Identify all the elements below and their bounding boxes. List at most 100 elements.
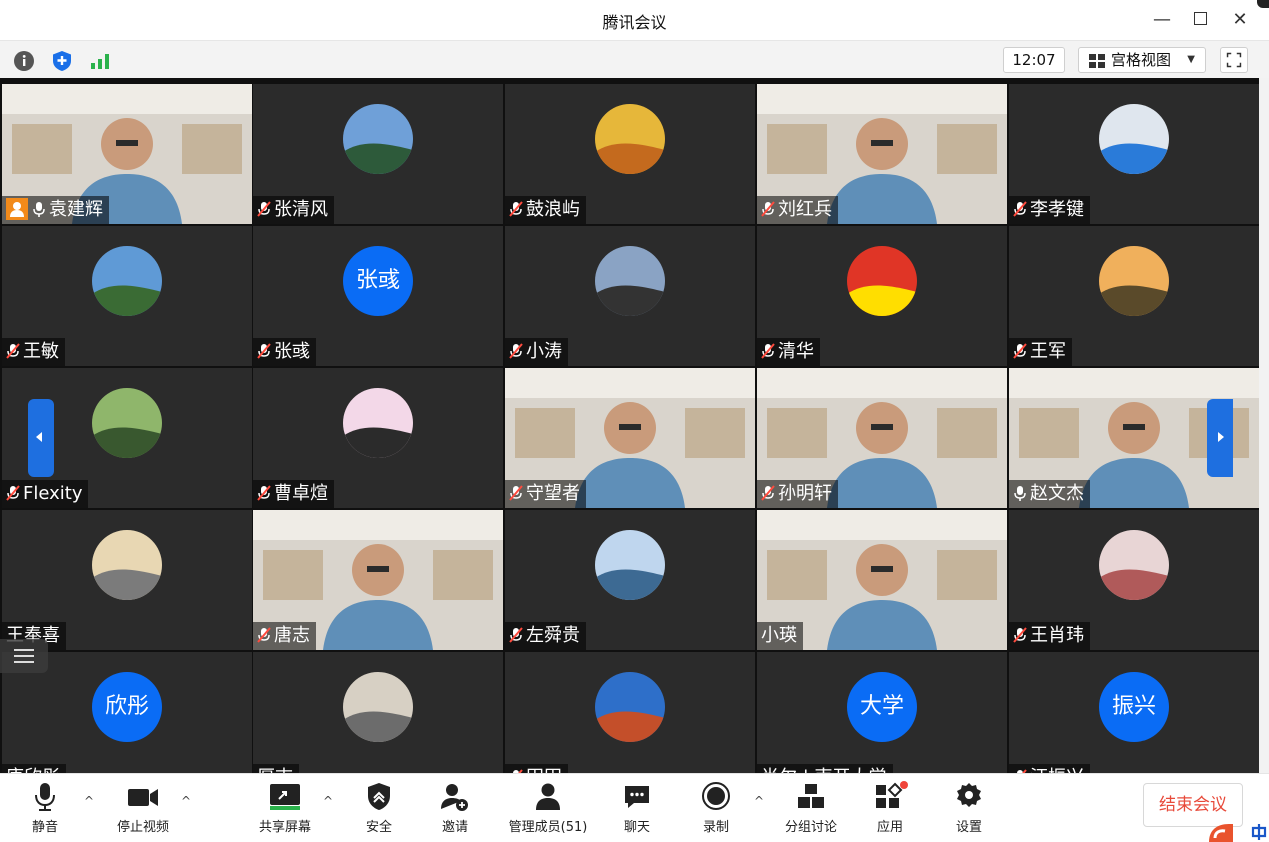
chevron-down-icon: ▼: [1187, 54, 1195, 65]
participant-tile[interactable]: 小涛: [505, 226, 755, 366]
muted-microphone-icon: [1013, 201, 1027, 217]
settings-button[interactable]: 设置: [950, 780, 988, 838]
video-options-caret[interactable]: ^: [181, 794, 191, 808]
participant-name: 孙明轩: [778, 483, 832, 504]
participant-tile[interactable]: 孙明轩: [757, 368, 1007, 508]
maximize-button[interactable]: [1186, 6, 1214, 34]
mute-options-caret[interactable]: ^: [84, 794, 94, 808]
participant-tile[interactable]: 小瑛: [757, 510, 1007, 650]
host-badge-icon: [6, 198, 28, 220]
participant-name: 袁建辉: [49, 199, 103, 220]
participant-name: 王军: [1030, 341, 1066, 362]
participant-name: 小涛: [526, 341, 562, 362]
participant-name-tag: 小瑛: [757, 622, 803, 650]
participant-tile[interactable]: 王奉喜: [2, 510, 252, 650]
avatar: [847, 246, 917, 316]
participant-name: 王敏: [23, 341, 59, 362]
share-screen-label: 共享屏幕: [258, 820, 311, 835]
manage-members-label: 管理成员(51): [508, 820, 588, 835]
record-icon: [702, 782, 730, 810]
participant-tile[interactable]: 曹卓煊: [253, 368, 503, 508]
share-options-caret[interactable]: ^: [323, 794, 333, 808]
muted-microphone-icon: [257, 343, 271, 359]
member-list-toggle[interactable]: [0, 639, 48, 673]
participant-name-tag: 唐志: [253, 622, 316, 650]
avatar: [92, 530, 162, 600]
participant-tile[interactable]: 李孝键: [1009, 84, 1259, 224]
mute-button[interactable]: 静音: [24, 780, 66, 838]
sogou-ime-icon[interactable]: [1203, 818, 1269, 842]
muted-microphone-icon: [761, 343, 775, 359]
participant-name-tag: 守望者: [505, 480, 586, 508]
participant-name: 曹卓煊: [274, 483, 328, 504]
view-mode-label: 宫格视图: [1111, 51, 1172, 69]
participant-name: 王肖玮: [1030, 625, 1084, 646]
participant-name-tag: 王军: [1009, 338, 1072, 366]
apps-icon: [876, 781, 908, 808]
participant-name-tag: 李孝键: [1009, 196, 1090, 224]
participant-name-tag: 王肖玮: [1009, 622, 1090, 650]
participant-tile[interactable]: 王军: [1009, 226, 1259, 366]
shield-icon[interactable]: [51, 50, 73, 72]
participant-tile[interactable]: 厚志: [253, 652, 503, 773]
previous-page-button[interactable]: [28, 399, 54, 477]
avatar: 振兴: [1099, 672, 1169, 742]
participant-tile[interactable]: 张彧 张彧: [253, 226, 503, 366]
apps-button[interactable]: 应用: [870, 780, 910, 838]
participant-tile[interactable]: 大学肖尔 | 南开大学: [757, 652, 1007, 773]
microphone-icon: [33, 202, 45, 217]
signal-icon[interactable]: [89, 50, 111, 72]
info-icon[interactable]: [13, 50, 35, 72]
participant-name: Flexity: [23, 483, 83, 504]
security-button[interactable]: 安全: [360, 780, 398, 838]
participant-tile[interactable]: 袁建辉: [2, 84, 252, 224]
invite-button[interactable]: 邀请: [436, 780, 474, 838]
muted-microphone-icon: [6, 343, 20, 359]
microphone-icon: [35, 783, 55, 811]
participant-name-tag: 王敏: [2, 338, 65, 366]
muted-microphone-icon: [509, 485, 523, 501]
manage-members-button[interactable]: 管理成员(51): [502, 780, 594, 838]
participant-tile[interactable]: 左舜贵: [505, 510, 755, 650]
record-button[interactable]: 录制: [696, 780, 736, 838]
meeting-toolbar: 静音 ^ 停止视频 ^ 共享屏幕 ^ 安全 邀请 管理成员(51) 聊天 录制 …: [0, 773, 1269, 842]
participant-tile[interactable]: 鼓浪屿: [505, 84, 755, 224]
minimize-button[interactable]: —: [1148, 6, 1176, 34]
meeting-clock: 12:07: [1003, 47, 1065, 73]
participant-tile[interactable]: 唐志: [253, 510, 503, 650]
participant-tile[interactable]: 王肖玮: [1009, 510, 1259, 650]
participant-tile[interactable]: 清华: [757, 226, 1007, 366]
record-options-caret[interactable]: ^: [754, 794, 764, 808]
title-bar: 腾讯会议 — ✕: [0, 0, 1269, 40]
participant-name-tag: 曹卓煊: [253, 480, 334, 508]
participant-name: 赵文杰: [1030, 483, 1084, 504]
avatar: [595, 530, 665, 600]
participant-name-tag: 刘红兵: [757, 196, 838, 224]
settings-label: 设置: [955, 820, 982, 835]
next-page-button[interactable]: [1207, 399, 1233, 477]
stop-video-button[interactable]: 停止视频: [110, 780, 176, 838]
participant-name-tag: 汪振兴: [1009, 764, 1090, 773]
share-screen-button[interactable]: 共享屏幕: [252, 780, 318, 838]
view-mode-dropdown[interactable]: 宫格视图 ▼: [1078, 47, 1206, 73]
participant-tile[interactable]: 王敏: [2, 226, 252, 366]
chat-button[interactable]: 聊天: [618, 780, 656, 838]
close-button[interactable]: ✕: [1226, 6, 1254, 34]
participant-tile[interactable]: 刘红兵: [757, 84, 1007, 224]
avatar: [1099, 246, 1169, 316]
participant-name-tag: 袁建辉: [2, 196, 109, 224]
chevron-left-icon: [36, 432, 42, 442]
participant-tile[interactable]: 张清风: [253, 84, 503, 224]
avatar: [92, 246, 162, 316]
fullscreen-button[interactable]: [1220, 47, 1248, 73]
breakout-button[interactable]: 分组讨论: [780, 780, 842, 838]
participant-name: 张彧: [274, 341, 310, 362]
avatar: [343, 104, 413, 174]
participant-name-tag: Flexity: [2, 480, 89, 508]
video-grid: 袁建辉 张清风 鼓浪屿 刘红兵 李孝键王敏 张彧 张彧小涛 清华王军 Flexity 曹卓煊 守望者…: [0, 78, 1259, 773]
participant-tile[interactable]: 田田: [505, 652, 755, 773]
participant-tile[interactable]: 守望者: [505, 368, 755, 508]
muted-microphone-icon: [509, 343, 523, 359]
participant-tile[interactable]: 振兴汪振兴: [1009, 652, 1259, 773]
muted-microphone-icon: [257, 627, 271, 643]
